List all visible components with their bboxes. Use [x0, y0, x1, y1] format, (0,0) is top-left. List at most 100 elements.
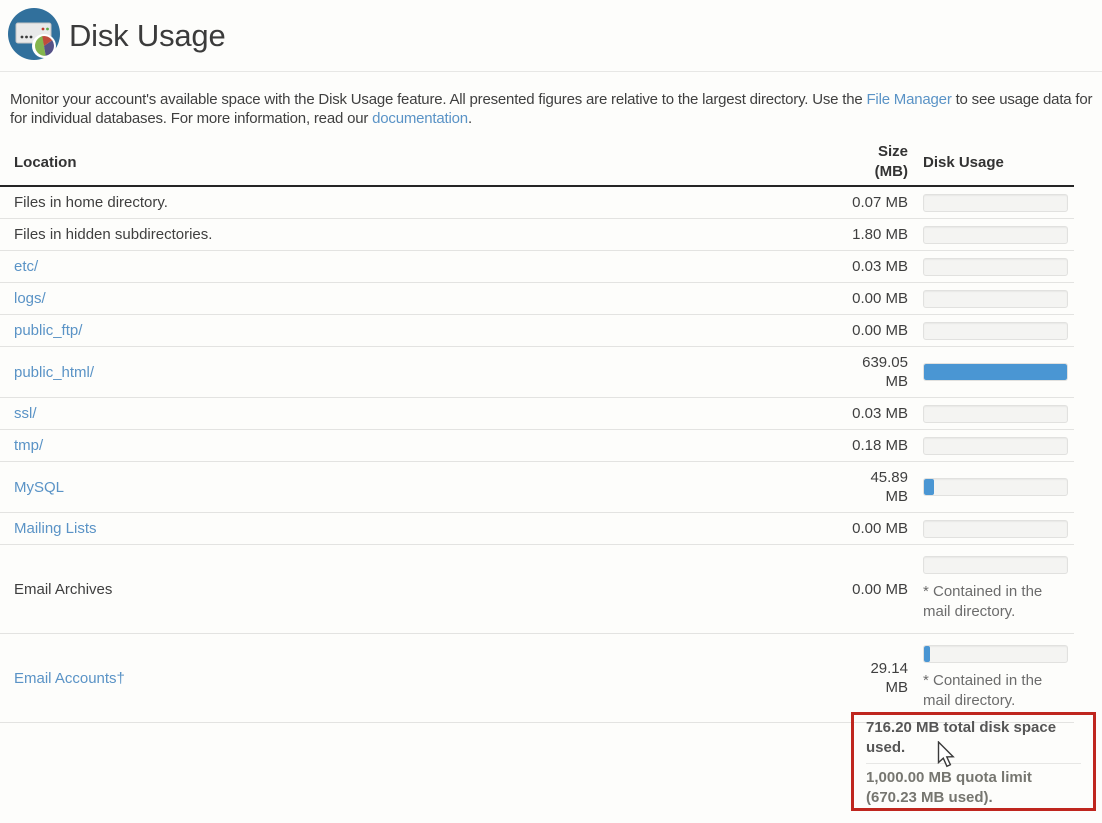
location-label: Files in hidden subdirectories. [14, 226, 212, 243]
quota-summary-box: 716.20 MB total disk space used. 1,000.0… [851, 712, 1096, 811]
disk-usage-cell [916, 251, 1074, 283]
disk-usage-cell [916, 186, 1074, 219]
location-cell: public_html/ [0, 347, 850, 398]
disk-usage-bar [923, 363, 1068, 381]
disk-usage-cell [916, 430, 1074, 462]
page-title: Disk Usage [69, 18, 226, 54]
location-cell: Files in hidden subdirectories. [0, 219, 850, 251]
size-value: 29.14 MB [850, 634, 916, 723]
page-header: Disk Usage [0, 0, 1102, 72]
table-row: Email Accounts† 29.14 MB* Contained in th… [0, 634, 1074, 723]
location-cell: public_ftp/ [0, 315, 850, 347]
disk-usage-cell [916, 219, 1074, 251]
disk-usage-bar [923, 645, 1068, 663]
location-link[interactable]: logs/ [14, 290, 46, 307]
location-cell: Email Archives [0, 545, 850, 634]
disk-usage-cell [916, 462, 1074, 513]
disk-usage-cell [916, 513, 1074, 545]
disk-usage-bar [923, 437, 1068, 455]
intro-line-2: for individual databases. For more infor… [10, 110, 1102, 129]
disk-usage-bar-fill [924, 646, 930, 662]
location-link[interactable]: public_html/ [14, 364, 94, 381]
table-row: Email Archives 0.00 MB* Contained in the … [0, 545, 1074, 634]
location-cell: Mailing Lists [0, 513, 850, 545]
table-row: Files in hidden subdirectories. 1.80 MB [0, 219, 1074, 251]
disk-usage-cell [916, 315, 1074, 347]
size-value: 0.00 MB [850, 315, 916, 347]
location-cell: Files in home directory. [0, 186, 850, 219]
disk-usage-bar [923, 478, 1068, 496]
disk-usage-page: Disk Usage Monitor your account's availa… [0, 0, 1102, 813]
table-row: public_html/639.05 MB [0, 347, 1074, 398]
size-value: 0.07 MB [850, 186, 916, 219]
disk-usage-bar [923, 258, 1068, 276]
contained-in-mail-note: * Contained in the mail directory. [923, 671, 1053, 711]
location-cell: etc/ [0, 251, 850, 283]
footer-empty-cell [0, 723, 850, 823]
disk-usage-bar [923, 556, 1068, 574]
location-link[interactable]: MySQL [14, 479, 64, 496]
size-value: 45.89 MB [850, 462, 916, 513]
location-cell: tmp/ [0, 430, 850, 462]
disk-usage-bar [923, 322, 1068, 340]
size-value: 639.05 MB [850, 347, 916, 398]
size-value: 0.18 MB [850, 430, 916, 462]
table-row: ssl/0.03 MB [0, 398, 1074, 430]
disk-usage-bar [923, 226, 1068, 244]
quota-limit: 1,000.00 MB quota limit (670.23 MB used)… [866, 768, 1081, 808]
size-value: 0.03 MB [850, 251, 916, 283]
table-header-row: Location Size (MB) Disk Usage [0, 139, 1074, 186]
intro-text-segment: Monitor your account's available space w… [10, 91, 866, 108]
location-cell: Email Accounts† [0, 634, 850, 723]
disk-usage-icon [8, 8, 60, 64]
disk-usage-bar [923, 405, 1068, 423]
quota-divider [866, 763, 1081, 764]
disk-usage-cell: * Contained in the mail directory. [916, 634, 1074, 723]
location-link[interactable]: public_ftp/ [14, 322, 82, 339]
location-cell: logs/ [0, 283, 850, 315]
disk-usage-cell [916, 398, 1074, 430]
intro-text-segment: to see usage data for [952, 91, 1093, 108]
location-link[interactable]: ssl/ [14, 405, 37, 422]
table-row: Mailing Lists 0.00 MB [0, 513, 1074, 545]
size-value: 0.00 MB [850, 283, 916, 315]
location-link[interactable]: Email Accounts† [14, 670, 125, 687]
location-link[interactable]: etc/ [14, 258, 38, 275]
disk-usage-bar [923, 520, 1068, 538]
total-disk-space-used: 716.20 MB total disk space used. [866, 718, 1081, 758]
location-label: Files in home directory. [14, 194, 168, 211]
documentation-link[interactable]: documentation [372, 110, 468, 127]
table-row: logs/0.00 MB [0, 283, 1074, 315]
location-label: Email Archives [14, 581, 112, 598]
table-row: MySQL 45.89 MB [0, 462, 1074, 513]
size-value: 0.03 MB [850, 398, 916, 430]
column-header-location: Location [0, 139, 850, 186]
mouse-cursor [937, 741, 957, 774]
location-link[interactable]: tmp/ [14, 437, 43, 454]
location-link[interactable]: Mailing Lists [14, 520, 97, 537]
disk-usage-cell [916, 347, 1074, 398]
column-header-disk-usage: Disk Usage [916, 139, 1074, 186]
intro-text-segment: for individual databases. For more infor… [10, 110, 372, 127]
table-row: public_ftp/0.00 MB [0, 315, 1074, 347]
location-cell: MySQL [0, 462, 850, 513]
disk-usage-bar [923, 290, 1068, 308]
intro-line-1: Monitor your account's available space w… [10, 91, 1102, 110]
disk-usage-cell: * Contained in the mail directory. [916, 545, 1074, 634]
size-value: 1.80 MB [850, 219, 916, 251]
disk-usage-bar-fill [924, 364, 1067, 380]
disk-usage-bar [923, 194, 1068, 212]
intro-text-segment: . [468, 110, 472, 127]
intro-text: Monitor your account's available space w… [10, 91, 1102, 128]
column-header-size: Size (MB) [850, 139, 916, 186]
disk-usage-cell [916, 283, 1074, 315]
contained-in-mail-note: * Contained in the mail directory. [923, 582, 1053, 622]
table-row: etc/0.03 MB [0, 251, 1074, 283]
disk-usage-rows: Files in home directory.0.07 MBFiles in … [0, 186, 1074, 723]
table-row: Files in home directory. 0.07 MB [0, 186, 1074, 219]
size-value: 0.00 MB [850, 545, 916, 634]
size-value: 0.00 MB [850, 513, 916, 545]
location-cell: ssl/ [0, 398, 850, 430]
file-manager-link[interactable]: File Manager [866, 91, 951, 108]
disk-usage-bar-fill [924, 479, 934, 495]
